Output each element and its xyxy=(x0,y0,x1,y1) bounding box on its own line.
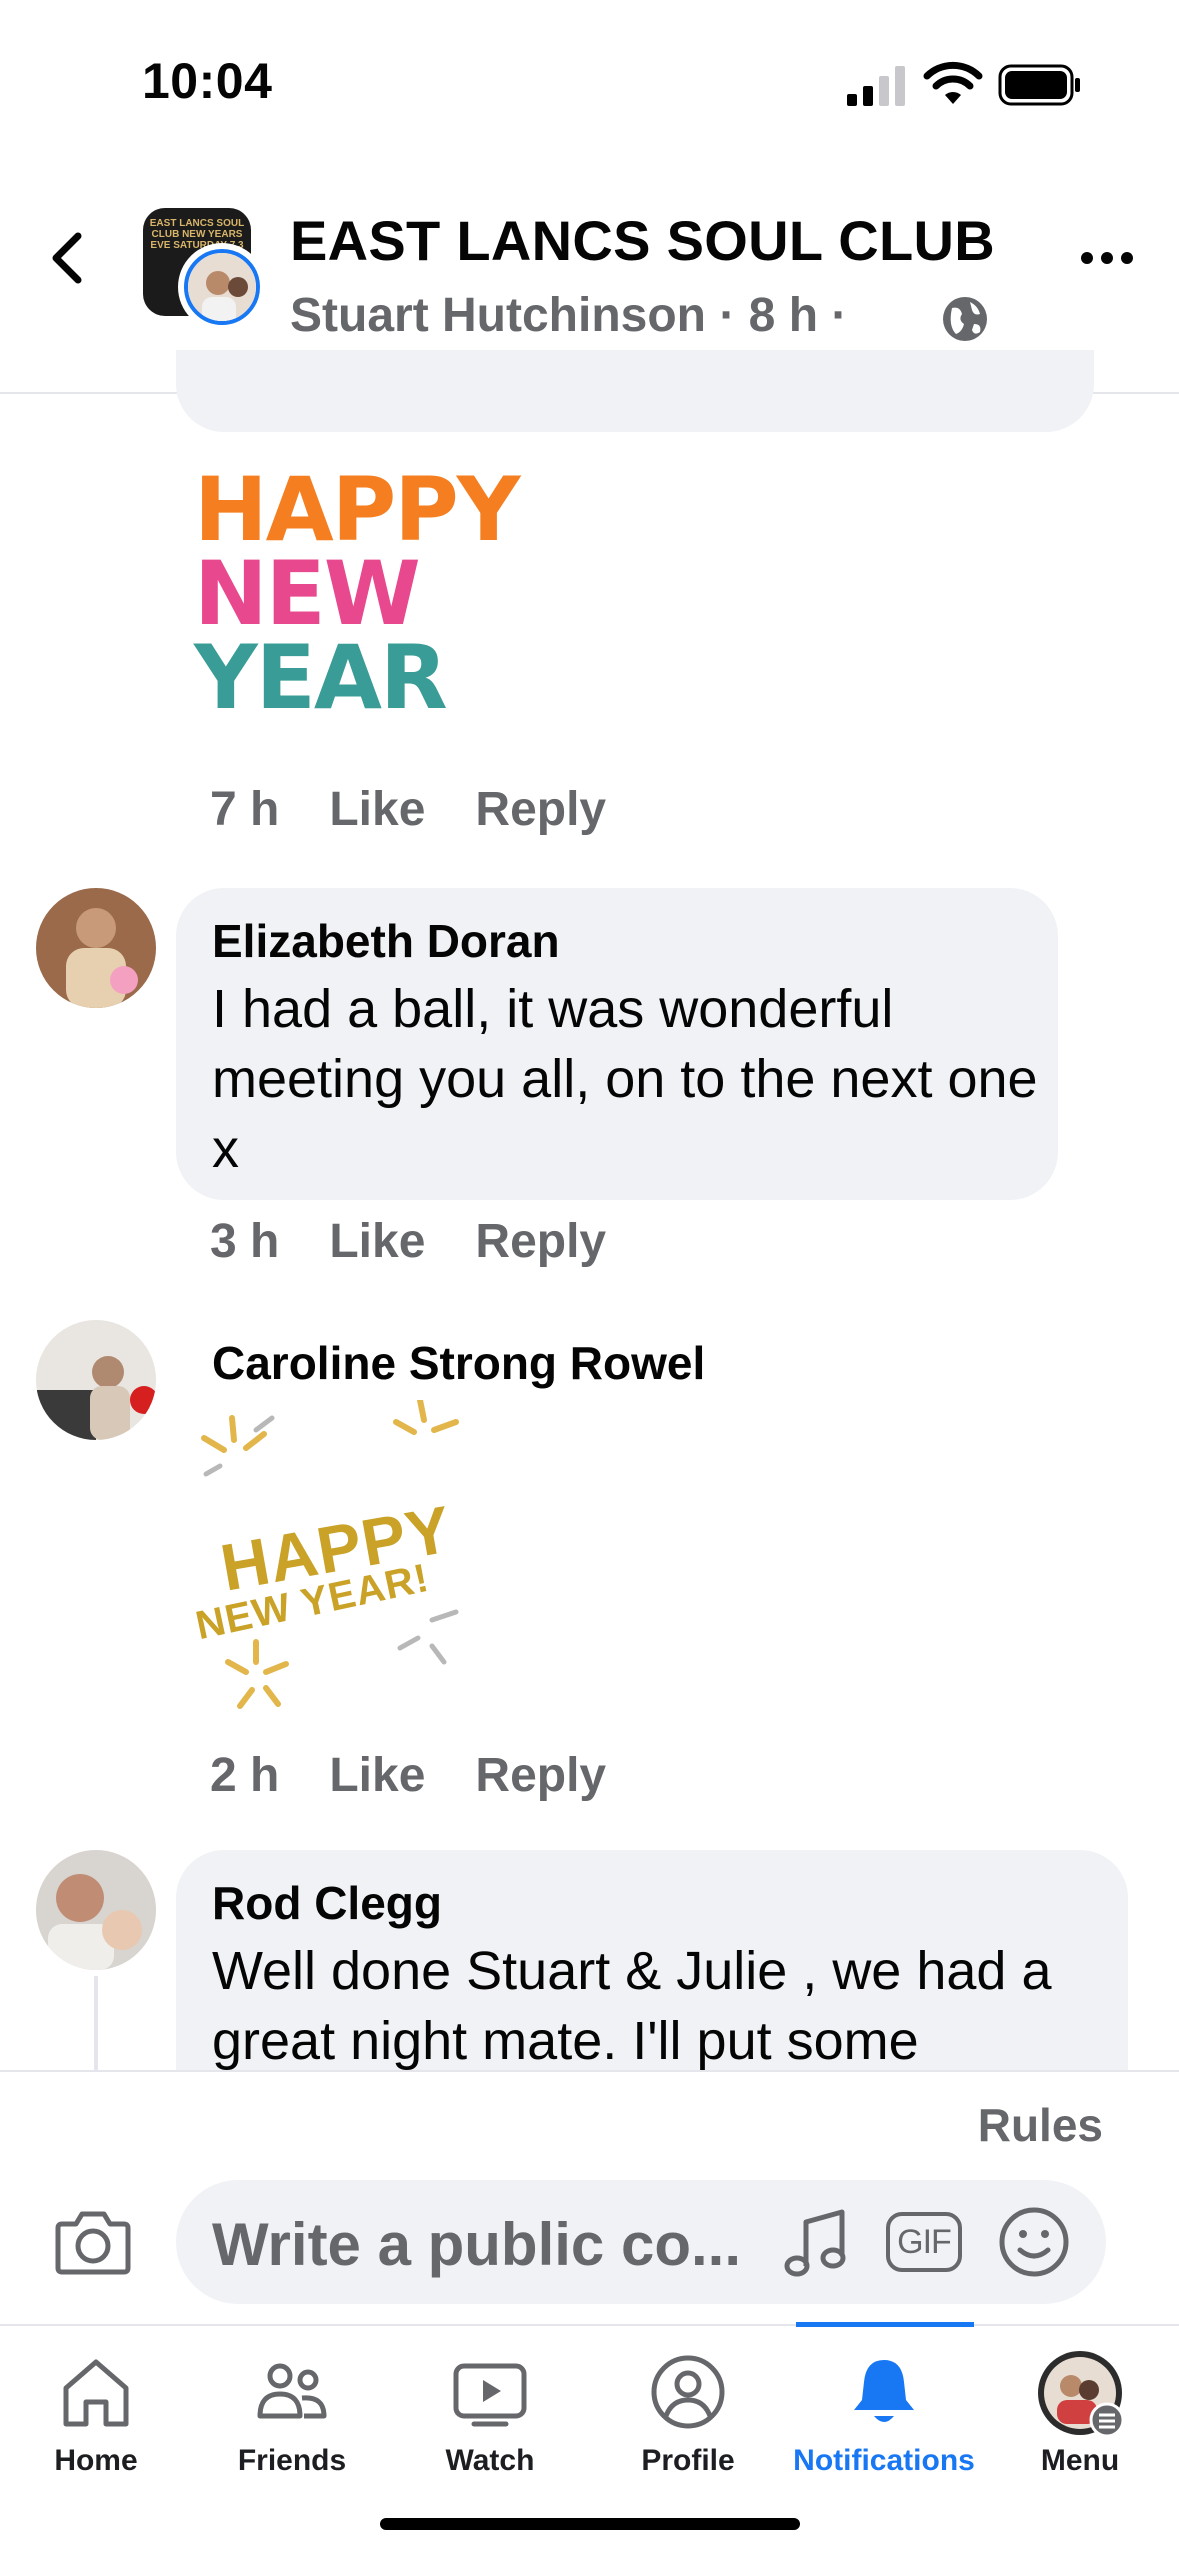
music-note-icon[interactable] xyxy=(782,2208,852,2280)
comment-input-placeholder[interactable]: Write a public co... xyxy=(212,2210,741,2279)
sticker-line: YEAR xyxy=(194,626,448,729)
active-tab-indicator xyxy=(796,2322,974,2327)
tab-home[interactable]: Home xyxy=(0,2344,194,2477)
author-photo xyxy=(188,253,256,321)
comment-time: 7 h xyxy=(210,783,280,836)
commenter-name[interactable]: Rod Clegg xyxy=(212,1876,442,1930)
comment-text: I had a ball, it was wonderful meeting y… xyxy=(212,979,1038,1179)
like-button[interactable]: Like xyxy=(329,1748,425,1803)
battery-icon xyxy=(998,64,1080,106)
profile-icon xyxy=(651,2355,725,2429)
friends-icon xyxy=(257,2363,327,2419)
tab-friends[interactable]: Friends xyxy=(194,2344,390,2477)
comment-time: 2 h xyxy=(210,1749,280,1802)
menu-avatar xyxy=(1038,2351,1125,2438)
sticker-line: HAPPY xyxy=(194,458,520,561)
happy-new-year-sticker[interactable]: HAPPY NEW YEAR! xyxy=(192,1400,494,1730)
rules-link[interactable]: Rules xyxy=(978,2098,1103,2152)
comment-actions: 2 h Like Reply xyxy=(210,1748,656,1803)
globe-icon xyxy=(943,297,987,341)
meta-separator: · xyxy=(719,289,736,342)
happy-new-year-sticker[interactable]: HAPPY NEW YEAR xyxy=(194,458,520,729)
status-time: 10:04 xyxy=(142,53,273,109)
tab-label: Friends xyxy=(237,2444,347,2477)
post-meta: Stuart Hutchinson · 8 h · xyxy=(290,288,847,343)
camera-icon[interactable] xyxy=(54,2208,132,2276)
tab-label: Home xyxy=(54,2444,138,2477)
reply-button[interactable]: Reply xyxy=(475,1214,606,1269)
tab-menu[interactable]: Menu xyxy=(982,2344,1178,2477)
reply-button[interactable]: Reply xyxy=(475,1748,606,1803)
commenter-avatar[interactable] xyxy=(36,888,156,1008)
commenter-avatar[interactable] xyxy=(36,1850,156,1970)
home-icon xyxy=(63,2359,129,2427)
thread-line xyxy=(94,1976,98,2070)
tab-notifications[interactable]: Notifications xyxy=(786,2344,982,2477)
tab-label: Notifications xyxy=(793,2444,975,2477)
like-button[interactable]: Like xyxy=(329,1214,425,1269)
sticker-line: NEW xyxy=(194,542,421,645)
more-options-icon[interactable] xyxy=(1080,250,1134,266)
commenter-name[interactable]: Elizabeth Doran xyxy=(212,914,560,968)
group-name[interactable]: EAST LANCS SOUL CLUB xyxy=(290,208,995,273)
author-name[interactable]: Stuart Hutchinson xyxy=(290,289,706,342)
comment-text: Well done Stuart & Julie , we had a grea… xyxy=(212,1941,1052,2071)
comment-time: 3 h xyxy=(210,1215,280,1268)
avatar-photo xyxy=(36,888,156,1008)
avatar-photo xyxy=(36,1850,156,1970)
wifi-icon xyxy=(923,61,983,104)
reply-button[interactable]: Reply xyxy=(475,782,606,837)
meta-separator: · xyxy=(831,289,848,342)
commenter-avatar[interactable] xyxy=(36,1320,156,1440)
comment-actions: 7 h Like Reply xyxy=(210,782,656,837)
tab-label: Profile xyxy=(641,2444,735,2477)
tab-watch[interactable]: Watch xyxy=(392,2344,588,2477)
bell-icon xyxy=(854,2360,914,2422)
cellular-signal-icon xyxy=(847,66,905,106)
tab-profile[interactable]: Profile xyxy=(590,2344,786,2477)
post-time: 8 h xyxy=(748,289,819,342)
gif-button[interactable]: GIF xyxy=(886,2212,962,2272)
watch-icon xyxy=(453,2363,527,2427)
avatar-photo xyxy=(36,1320,156,1440)
back-arrow-icon[interactable] xyxy=(44,228,90,288)
comment-bubble xyxy=(176,350,1094,432)
home-indicator[interactable] xyxy=(380,2518,800,2530)
author-avatar[interactable] xyxy=(178,243,266,331)
like-button[interactable]: Like xyxy=(329,782,425,837)
emoji-icon[interactable] xyxy=(998,2206,1070,2278)
tab-label: Watch xyxy=(445,2444,535,2477)
tab-label: Menu xyxy=(1040,2444,1120,2477)
commenter-name[interactable]: Caroline Strong Rowel xyxy=(212,1336,705,1390)
comment-actions: 3 h Like Reply xyxy=(210,1214,656,1269)
